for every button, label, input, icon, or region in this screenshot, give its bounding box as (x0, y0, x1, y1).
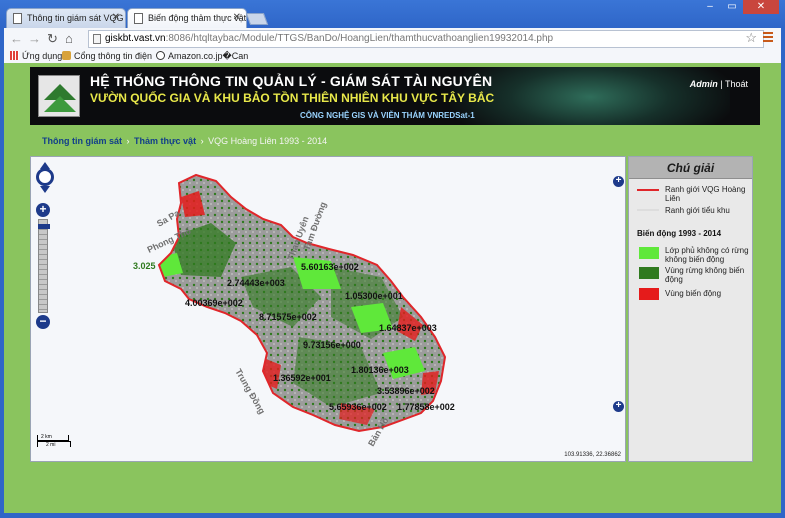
bookmark-label: Amazon.co.jp�Can (168, 51, 249, 61)
legend-item-label: Ranh giới tiểu khu (665, 206, 730, 215)
tab-strip: Thông tin giám sát VQG ✕ Biến động thảm … (0, 0, 785, 28)
minimize-icon[interactable]: – (699, 0, 721, 14)
value-label: 1.05300e+001 (345, 291, 403, 301)
close-icon[interactable]: ✕ (112, 12, 120, 23)
map-viewport[interactable]: Sa Pa Phong Thổ Than Uyên Tam Đường Trun… (30, 156, 626, 462)
breadcrumb-current: VQG Hoàng Liên 1993 - 2014 (208, 136, 328, 146)
breadcrumb-separator: › (200, 136, 204, 146)
home-icon[interactable]: ⌂ (65, 31, 73, 46)
user-menu: Admin | Thoát (690, 79, 748, 89)
bookmark-apps[interactable]: Ứng dụng (10, 51, 62, 61)
url-path: :8086/htqltaybac/Module/TTGS/BanDo/Hoang… (165, 33, 554, 44)
subzone-boundary-swatch (637, 209, 659, 211)
pan-control[interactable] (34, 162, 56, 193)
map-canvas[interactable]: Sa Pa Phong Thổ Than Uyên Tam Đường Trun… (31, 157, 626, 462)
value-label: 8.71575e+002 (259, 312, 317, 322)
window-controls: – ▭ ✕ (699, 0, 779, 14)
back-arrow-icon[interactable]: ← (10, 31, 23, 46)
value-label: 5.60163e+002 (301, 262, 359, 272)
bookmarks-bar: Ứng dụng Cổng thông tin điện Amazon.co.j… (4, 50, 781, 63)
site-banner: HỆ THỐNG THÔNG TIN QUẢN LÝ - GIÁM SÁT TÀ… (30, 67, 760, 125)
web-page: HỆ THỐNG THÔNG TIN QUẢN LÝ - GIÁM SÁT TÀ… (4, 63, 781, 513)
new-tab-button[interactable] (245, 13, 269, 25)
expand-overview-icon[interactable]: + (613, 401, 624, 412)
tab-monitoring-info[interactable]: Thông tin giám sát VQG ✕ (6, 8, 126, 28)
pan-ring-icon[interactable] (36, 168, 54, 186)
value-label: 4.00369e+002 (185, 298, 243, 308)
banner-tagline: CÔNG NGHỆ GIS VÀ VIỄN THÁM VNREDSat-1 (300, 111, 475, 120)
reload-icon[interactable]: ↻ (47, 31, 58, 47)
chevron-up-icon (44, 96, 76, 112)
legend-section-title: Biến động 1993 - 2014 (637, 229, 722, 238)
pan-down-icon[interactable] (40, 186, 50, 193)
breadcrumb-monitoring[interactable]: Thông tin giám sát (42, 136, 122, 146)
legend-item-label: Ranh giới VQG Hoàng Liên (665, 185, 746, 203)
zoom-slider-track[interactable] (38, 219, 50, 313)
address-bar[interactable]: giskbt.vast.vn:8086/htqltaybac/Module/TT… (88, 30, 764, 48)
value-label: 1.64837e+003 (379, 323, 437, 333)
park-boundary-swatch (637, 189, 659, 191)
zoom-slider-thumb[interactable] (38, 223, 50, 229)
tab-title: Biến động thảm thực vật (148, 13, 247, 23)
breadcrumb-vegetation[interactable]: Thảm thực vật (134, 136, 196, 146)
mouse-coordinates: 103.91336, 22.36862 (564, 452, 621, 458)
window-close-icon[interactable]: ✕ (743, 0, 779, 14)
browser-toolbar: ← → ↻ ⌂ giskbt.vast.vn:8086/htqltaybac/M… (4, 28, 781, 50)
site-logo[interactable] (38, 75, 80, 117)
close-icon[interactable]: ✕ (233, 12, 241, 23)
breadcrumb: Thông tin giám sát › Thảm thực vật › VQG… (42, 136, 327, 146)
value-label: 1.36592e+001 (273, 373, 331, 383)
change-swatch (639, 288, 659, 300)
value-label: 2.74443e+003 (227, 278, 285, 288)
user-separator: | (720, 79, 723, 89)
stable-nonforest-swatch (639, 247, 659, 259)
forward-arrow-icon[interactable]: → (28, 31, 41, 46)
page-icon (13, 13, 22, 24)
legend-title: Chú giải (629, 157, 752, 179)
value-label: 9.73156e+000 (303, 340, 361, 350)
scale-mi: 2 mi (37, 441, 71, 448)
bookmark-star-icon[interactable]: ☆ (745, 30, 757, 46)
page-icon (134, 13, 143, 24)
url-host: giskbt.vast.vn (105, 33, 166, 44)
bookmark-portal[interactable]: Cổng thông tin điện (62, 51, 152, 61)
amazon-icon (156, 51, 165, 60)
legend-class-label: Lớp phủ không có rừng không biến động (665, 246, 749, 264)
chrome-menu-icon[interactable] (763, 32, 773, 44)
value-label: 1.80136e+003 (351, 365, 409, 375)
apps-grid-icon (10, 51, 19, 60)
legend-class-label: Vùng rừng không biến động (665, 266, 745, 284)
breadcrumb-separator: › (126, 136, 130, 146)
maximize-icon[interactable]: ▭ (721, 0, 743, 14)
stable-forest-swatch (639, 267, 659, 279)
value-label: 1.77858e+002 (397, 402, 455, 412)
zoom-in-button[interactable]: + (36, 203, 50, 217)
browser-window: Thông tin giám sát VQG ✕ Biến động thảm … (0, 0, 785, 518)
tab-title: Thông tin giám sát VQG (27, 13, 124, 23)
page-info-icon[interactable] (93, 34, 101, 44)
value-label: 3.025 (133, 261, 156, 271)
scale-bar: 2 km 2 mi (37, 435, 71, 448)
logout-link[interactable]: Thoát (725, 79, 748, 89)
bookmark-label: Ứng dụng (22, 51, 63, 61)
banner-title: HỆ THỐNG THÔNG TIN QUẢN LÝ - GIÁM SÁT TÀ… (90, 73, 493, 89)
banner-subtitle: VƯỜN QUỐC GIA VÀ KHU BẢO TỒN THIÊN NHIÊN… (90, 91, 495, 105)
zoom-control: + − (36, 203, 50, 329)
bookmark-amazon[interactable]: Amazon.co.jp�Can (156, 51, 248, 62)
place-label: Trung Đồng (233, 367, 267, 416)
legend-panel: Chú giải Ranh giới VQG Hoàng Liên Ranh g… (628, 156, 753, 462)
value-label: 5.65936e+002 (329, 402, 387, 412)
portal-icon (62, 51, 71, 60)
value-label: 3.53896e+002 (377, 386, 435, 396)
expand-layer-icon[interactable]: + (613, 176, 624, 187)
tab-vegetation-change[interactable]: Biến động thảm thực vật ✕ (127, 8, 247, 28)
zoom-out-button[interactable]: − (36, 315, 50, 329)
bookmark-label: Cổng thông tin điện (74, 51, 153, 61)
legend-class-label: Vùng biến động (665, 289, 722, 298)
user-name-link[interactable]: Admin (690, 79, 718, 89)
